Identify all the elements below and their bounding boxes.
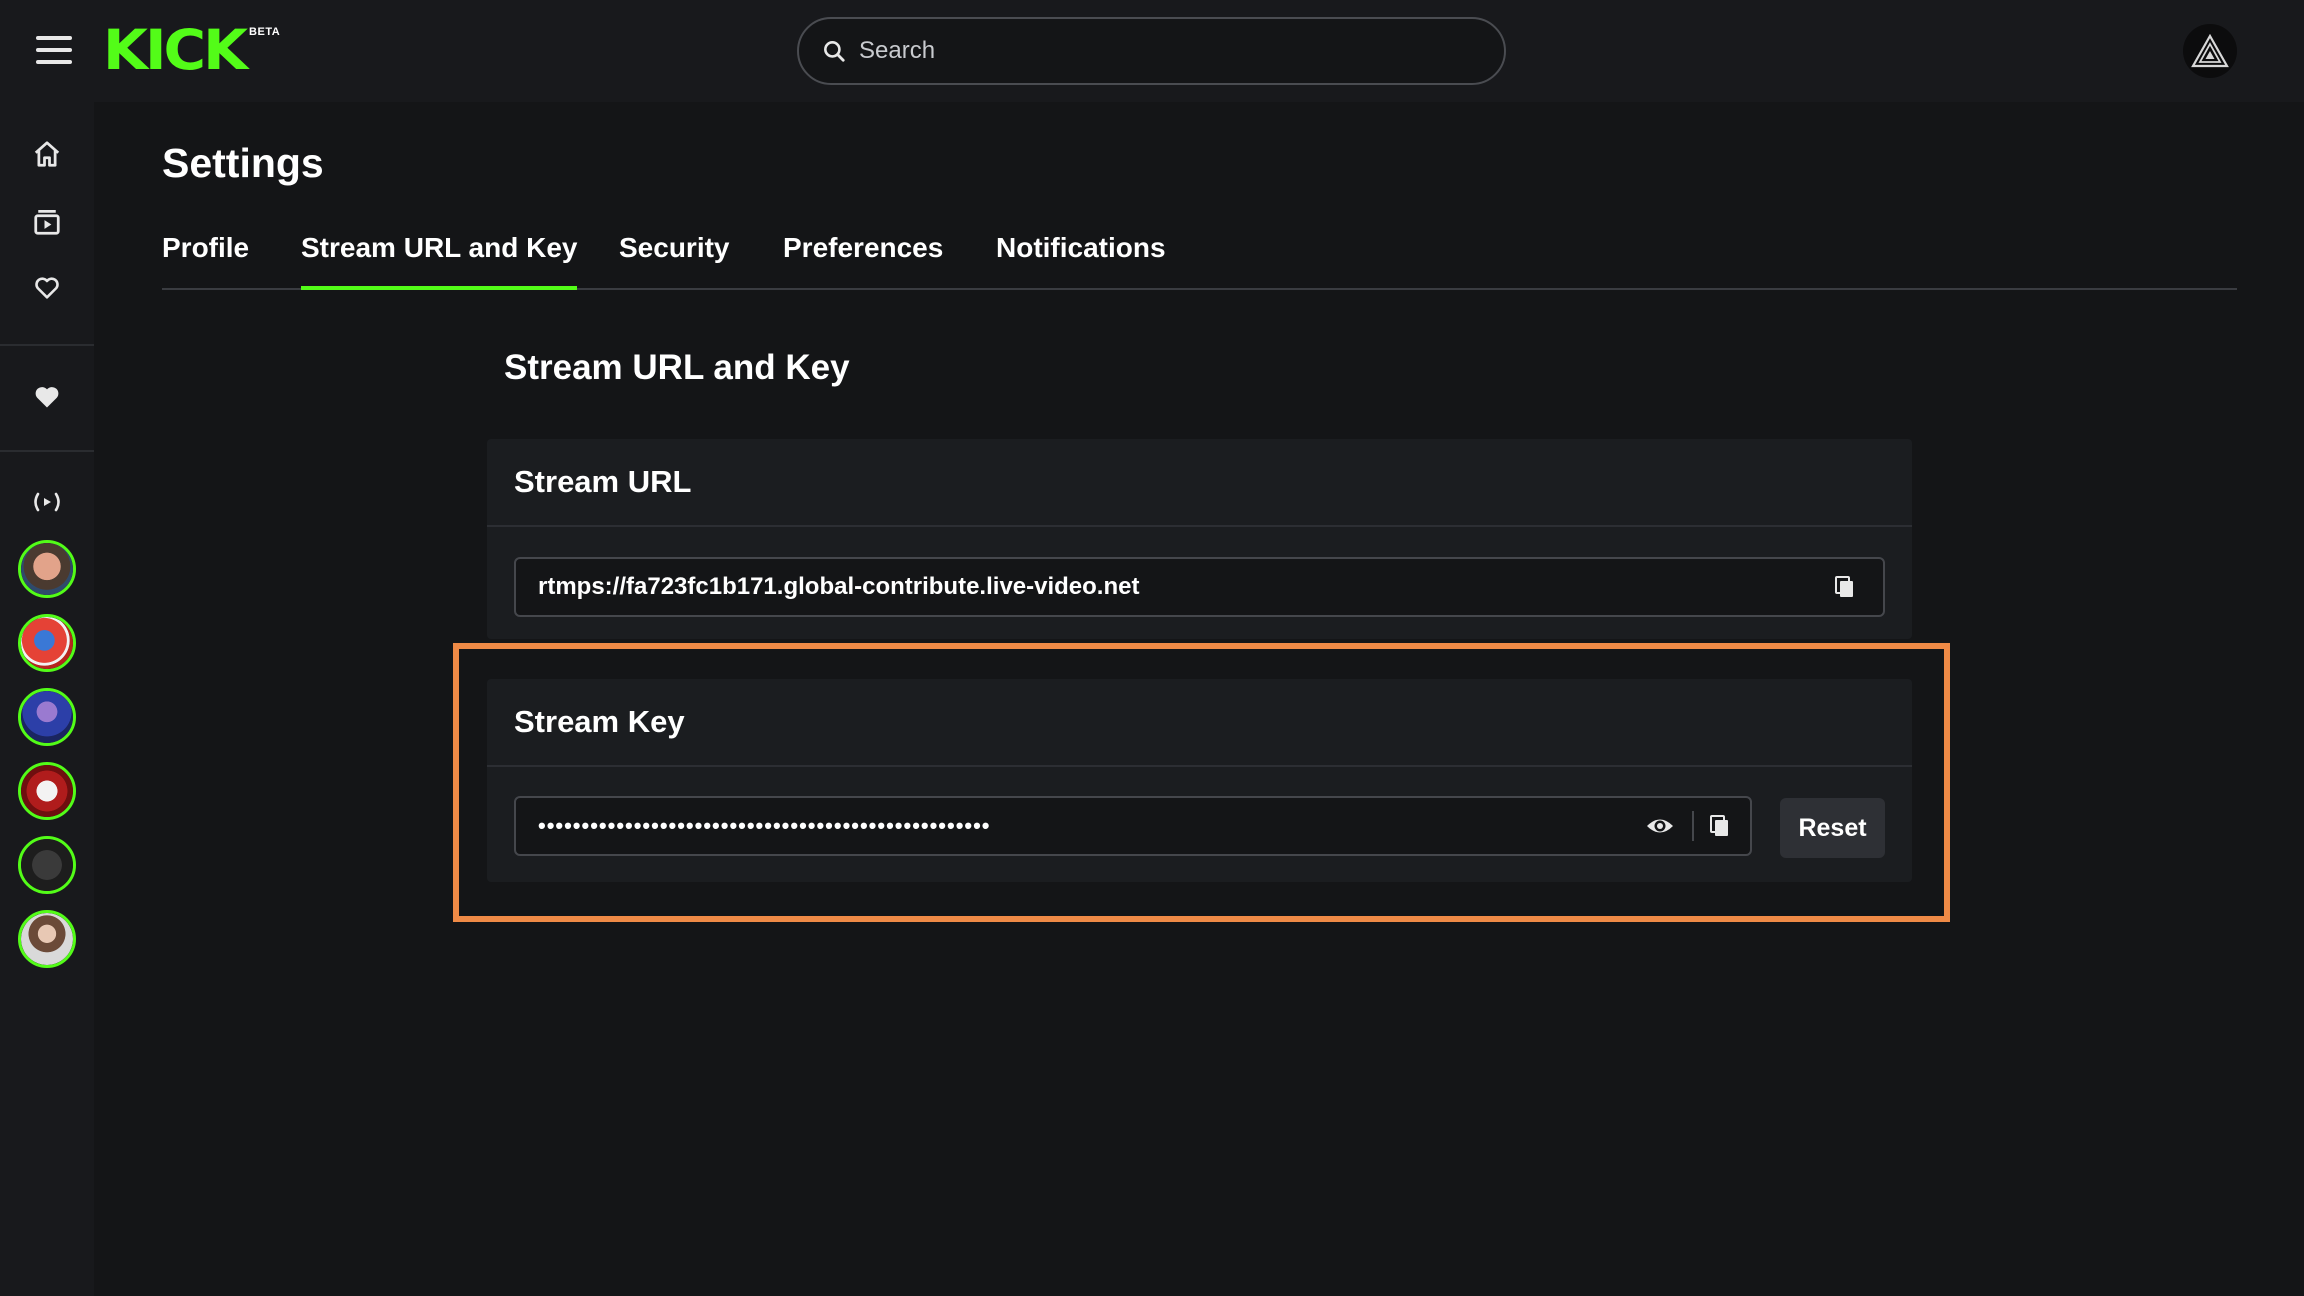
settings-tabs: Profile Stream URL and Key Security Pref… <box>162 226 2237 290</box>
reset-button[interactable]: Reset <box>1780 798 1885 858</box>
following-icon[interactable] <box>29 270 65 306</box>
page-title: Settings <box>162 140 324 186</box>
field-separator <box>1692 811 1694 841</box>
copy-icon[interactable] <box>1827 569 1863 605</box>
section-title: Stream URL and Key <box>504 348 850 387</box>
tab-stream-url-and-key[interactable]: Stream URL and Key <box>301 232 578 290</box>
stream-url-card: Stream URL rtmps://fa723fc1b171.global-c… <box>487 439 1912 639</box>
top-bar: KICK BETA <box>0 0 2304 102</box>
channel-avatar-3[interactable] <box>18 688 76 746</box>
stream-key-value[interactable]: ••••••••••••••••••••••••••••••••••••••••… <box>516 813 1642 839</box>
kick-logo[interactable]: KICK BETA <box>103 22 280 78</box>
rail-divider <box>0 344 94 346</box>
rail-divider <box>0 450 94 452</box>
stream-key-heading: Stream Key <box>487 679 1912 767</box>
channel-avatar-5[interactable] <box>18 836 76 894</box>
channel-avatar-4[interactable] <box>18 762 76 820</box>
search-icon <box>824 41 845 62</box>
channel-avatar-6[interactable] <box>18 910 76 968</box>
tab-preferences[interactable]: Preferences <box>783 232 943 288</box>
search-bar[interactable] <box>797 17 1506 85</box>
menu-icon[interactable] <box>36 36 72 64</box>
search-input[interactable] <box>859 37 1459 65</box>
tab-security[interactable]: Security <box>619 232 730 288</box>
logo-text: KICK <box>103 17 248 83</box>
channel-avatar-1[interactable] <box>18 540 76 598</box>
eye-icon[interactable] <box>1642 808 1678 844</box>
left-sidebar <box>0 102 94 1296</box>
favorites-icon[interactable] <box>29 379 65 415</box>
copy-icon[interactable] <box>1702 808 1738 844</box>
home-icon[interactable] <box>29 136 65 172</box>
stream-url-value[interactable]: rtmps://fa723fc1b171.global-contribute.l… <box>516 573 1827 601</box>
beta-badge: BETA <box>249 26 281 38</box>
browse-icon[interactable] <box>29 204 65 240</box>
triangle-logo-icon <box>2191 34 2229 68</box>
tab-profile[interactable]: Profile <box>162 232 249 288</box>
stream-url-heading: Stream URL <box>487 439 1912 527</box>
stream-key-field[interactable]: ••••••••••••••••••••••••••••••••••••••••… <box>514 796 1752 856</box>
channel-avatar-2[interactable] <box>18 614 76 672</box>
stream-url-field[interactable]: rtmps://fa723fc1b171.global-contribute.l… <box>514 557 1885 617</box>
stream-key-card: Stream Key •••••••••••••••••••••••••••••… <box>487 679 1912 882</box>
live-icon <box>29 484 65 520</box>
user-avatar[interactable] <box>2183 24 2237 78</box>
tab-notifications[interactable]: Notifications <box>996 232 1166 288</box>
